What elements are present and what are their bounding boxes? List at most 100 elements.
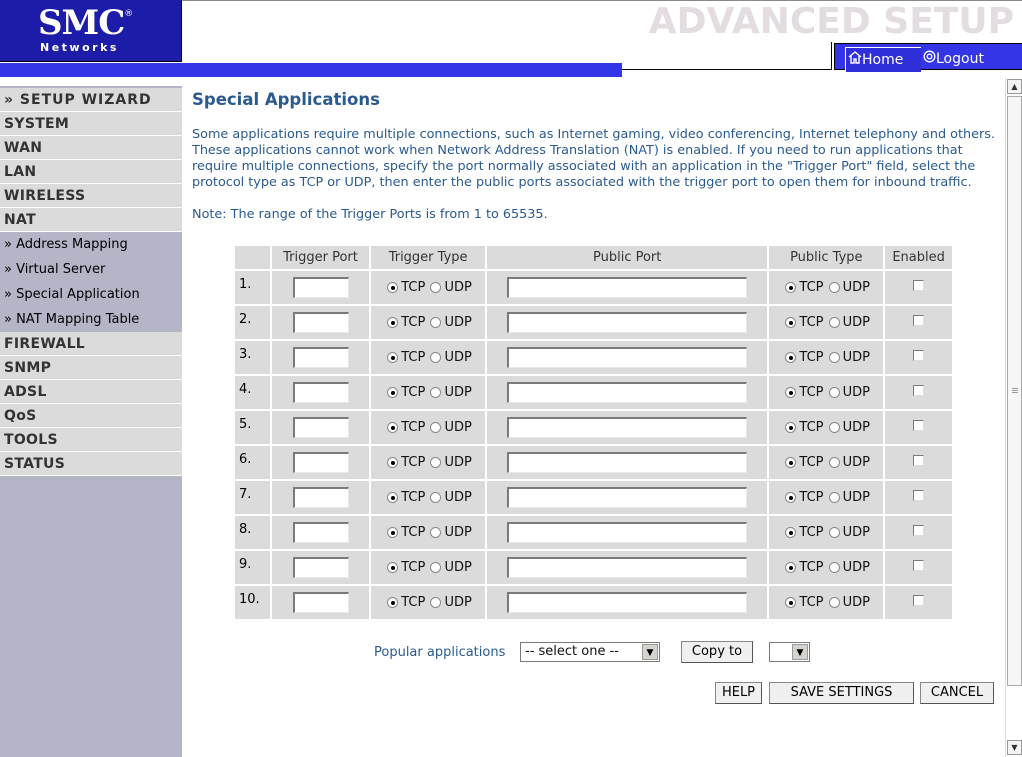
- enabled-checkbox[interactable]: [913, 350, 925, 361]
- trigger-type-tcp-radio[interactable]: [387, 457, 399, 468]
- sidebar-subitem-special-application[interactable]: » Special Application: [0, 282, 182, 307]
- public-type-tcp-radio[interactable]: [785, 317, 797, 328]
- trigger-type-tcp-radio[interactable]: [387, 597, 399, 608]
- enabled-checkbox[interactable]: [913, 280, 925, 291]
- trigger-port-input[interactable]: [292, 277, 349, 298]
- sidebar-item-wan[interactable]: WAN: [0, 136, 182, 160]
- public-type-udp-radio[interactable]: [828, 387, 840, 398]
- sidebar-item-tools[interactable]: TOOLS: [0, 428, 182, 452]
- trigger-type-udp-radio[interactable]: [430, 527, 442, 538]
- trigger-port-input[interactable]: [292, 557, 349, 578]
- public-type-tcp-radio[interactable]: [785, 562, 797, 573]
- public-type-tcp-radio[interactable]: [785, 422, 797, 433]
- public-port-input[interactable]: [507, 312, 748, 333]
- save-settings-button[interactable]: SAVE SETTINGS: [769, 682, 914, 704]
- public-port-input[interactable]: [507, 417, 748, 438]
- chevron-down-icon: ▼: [642, 644, 658, 660]
- enabled-checkbox[interactable]: [913, 525, 925, 536]
- trigger-type-radio-group: TCP UDP: [371, 280, 485, 295]
- trigger-type-tcp-radio[interactable]: [387, 562, 399, 573]
- public-port-input[interactable]: [507, 277, 748, 298]
- public-type-tcp-radio[interactable]: [785, 492, 797, 503]
- sidebar-item-lan[interactable]: LAN: [0, 160, 182, 184]
- sidebar-subitem-address-mapping[interactable]: » Address Mapping: [0, 232, 182, 257]
- trigger-type-tcp-radio[interactable]: [387, 317, 399, 328]
- public-type-udp-radio[interactable]: [828, 282, 840, 293]
- trigger-type-udp-radio[interactable]: [430, 317, 442, 328]
- public-type-tcp-radio[interactable]: [785, 457, 797, 468]
- trigger-port-input[interactable]: [292, 522, 349, 543]
- trigger-type-udp-radio[interactable]: [430, 352, 442, 363]
- trigger-port-input[interactable]: [292, 382, 349, 403]
- cancel-button[interactable]: CANCEL: [920, 682, 994, 704]
- sidebar-item-wireless[interactable]: WIRELESS: [0, 184, 182, 208]
- sidebar-subitem-virtual-server[interactable]: » Virtual Server: [0, 257, 182, 282]
- public-type-tcp-radio[interactable]: [785, 527, 797, 538]
- enabled-checkbox[interactable]: [913, 420, 925, 431]
- trigger-type-udp-radio[interactable]: [430, 562, 442, 573]
- public-port-input[interactable]: [507, 522, 748, 543]
- sidebar-item-qos[interactable]: QoS: [0, 404, 182, 428]
- vertical-scrollbar[interactable]: ▲ ▼: [1005, 78, 1022, 757]
- trigger-port-input[interactable]: [292, 347, 349, 368]
- public-port-input[interactable]: [507, 347, 748, 368]
- sidebar-item-system[interactable]: SYSTEM: [0, 112, 182, 136]
- public-type-tcp-radio[interactable]: [785, 352, 797, 363]
- public-type-udp-radio[interactable]: [828, 317, 840, 328]
- public-type-udp-radio[interactable]: [828, 527, 840, 538]
- sidebar-item-snmp[interactable]: SNMP: [0, 356, 182, 380]
- trigger-type-udp-radio[interactable]: [430, 282, 442, 293]
- popular-applications-select[interactable]: -- select one -- ▼: [520, 642, 660, 662]
- public-port-input[interactable]: [507, 557, 748, 578]
- trigger-type-udp-radio[interactable]: [430, 457, 442, 468]
- enabled-checkbox[interactable]: [913, 315, 925, 326]
- sidebar-item-adsl[interactable]: ADSL: [0, 380, 182, 404]
- trigger-type-udp-radio[interactable]: [430, 492, 442, 503]
- sidebar-subitem-nat-mapping-table[interactable]: » NAT Mapping Table: [0, 307, 182, 332]
- enabled-checkbox[interactable]: [913, 455, 925, 466]
- trigger-port-input[interactable]: [292, 452, 349, 473]
- trigger-type-udp-radio[interactable]: [430, 597, 442, 608]
- public-type-tcp-radio[interactable]: [785, 597, 797, 608]
- trigger-port-input[interactable]: [292, 592, 349, 613]
- public-port-input[interactable]: [507, 382, 748, 403]
- sidebar-item-setup-wizard[interactable]: » SETUP WIZARD: [0, 88, 182, 112]
- trigger-port-input[interactable]: [292, 417, 349, 438]
- public-port-input[interactable]: [507, 487, 748, 508]
- trigger-type-tcp-radio[interactable]: [387, 492, 399, 503]
- home-link[interactable]: Home: [845, 47, 921, 72]
- public-type-udp-radio[interactable]: [828, 597, 840, 608]
- sidebar-item-nat[interactable]: NAT: [0, 208, 182, 232]
- scrollbar-thumb[interactable]: [1007, 96, 1022, 686]
- public-type-tcp-radio[interactable]: [785, 387, 797, 398]
- enabled-checkbox[interactable]: [913, 490, 925, 501]
- trigger-port-input[interactable]: [292, 312, 349, 333]
- trigger-type-tcp-radio[interactable]: [387, 282, 399, 293]
- sidebar-item-status[interactable]: STATUS: [0, 452, 182, 476]
- trigger-type-udp-radio[interactable]: [430, 422, 442, 433]
- logout-link[interactable]: Logout: [921, 47, 984, 71]
- sidebar-item-firewall[interactable]: FIREWALL: [0, 332, 182, 356]
- public-port-input[interactable]: [507, 452, 748, 473]
- enabled-checkbox[interactable]: [913, 560, 925, 571]
- trigger-type-udp-radio[interactable]: [430, 387, 442, 398]
- public-type-udp-radio[interactable]: [828, 562, 840, 573]
- public-type-udp-radio[interactable]: [828, 422, 840, 433]
- public-type-tcp-radio[interactable]: [785, 282, 797, 293]
- public-port-input[interactable]: [507, 592, 748, 613]
- public-type-udp-radio[interactable]: [828, 457, 840, 468]
- trigger-type-tcp-radio[interactable]: [387, 422, 399, 433]
- public-type-udp-radio[interactable]: [828, 352, 840, 363]
- enabled-checkbox[interactable]: [913, 595, 925, 606]
- help-button[interactable]: HELP: [715, 682, 762, 704]
- enabled-checkbox[interactable]: [913, 385, 925, 396]
- public-type-udp-radio[interactable]: [828, 492, 840, 503]
- trigger-type-tcp-radio[interactable]: [387, 352, 399, 363]
- trigger-type-tcp-radio[interactable]: [387, 387, 399, 398]
- scroll-down-icon[interactable]: ▼: [1007, 740, 1022, 755]
- scroll-up-icon[interactable]: ▲: [1007, 79, 1022, 94]
- copy-target-select[interactable]: ▼: [769, 642, 810, 662]
- copy-to-button[interactable]: Copy to: [681, 641, 753, 663]
- trigger-port-input[interactable]: [292, 487, 349, 508]
- trigger-type-tcp-radio[interactable]: [387, 527, 399, 538]
